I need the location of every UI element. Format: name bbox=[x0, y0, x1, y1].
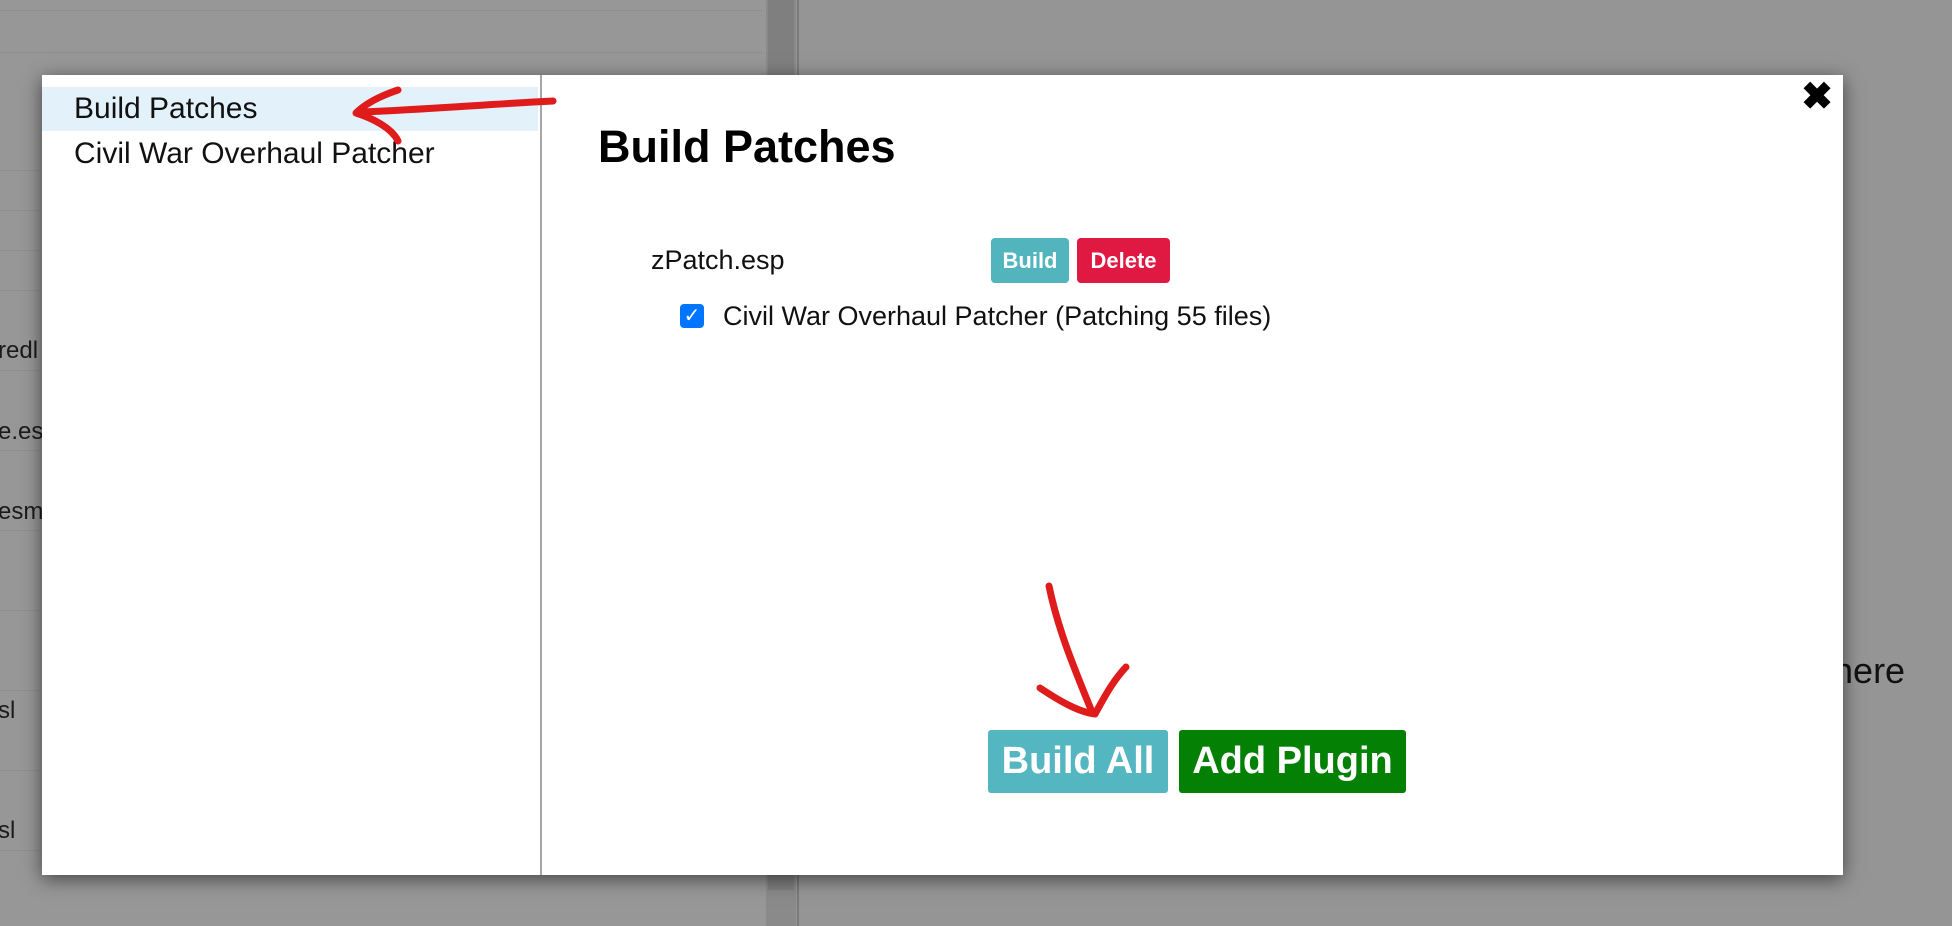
sidebar-item-label: Build Patches bbox=[74, 92, 258, 125]
row-divider bbox=[0, 52, 762, 53]
build-all-button[interactable]: Build All bbox=[988, 730, 1168, 793]
sidebar-item-label: Civil War Overhaul Patcher bbox=[74, 137, 435, 170]
page-title: Build Patches bbox=[598, 121, 896, 172]
patch-filename: zPatch.esp bbox=[651, 245, 785, 275]
patcher-label-row: Civil War Overhaul Patcher (Patching 55 … bbox=[723, 301, 1271, 332]
background-list-item: esm bbox=[0, 498, 44, 525]
patcher-detail: (Patching 55 files) bbox=[1055, 301, 1272, 331]
patcher-name: Civil War Overhaul Patcher bbox=[723, 301, 1048, 331]
patcher-checkbox[interactable]: ✓ bbox=[680, 304, 704, 328]
sidebar-item-civil-war-overhaul-patcher[interactable]: Civil War Overhaul Patcher bbox=[42, 132, 538, 176]
close-icon[interactable]: ✖ bbox=[1799, 78, 1835, 116]
background-list-item: redl bbox=[0, 337, 39, 364]
sidebar-item-build-patches[interactable]: Build Patches bbox=[42, 87, 538, 131]
row-divider bbox=[0, 10, 762, 11]
checkmark-icon: ✓ bbox=[683, 305, 701, 327]
background-list-item: sl bbox=[0, 697, 16, 724]
delete-button[interactable]: Delete bbox=[1077, 238, 1170, 283]
modal-sidebar: Build Patches Civil War Overhaul Patcher bbox=[42, 75, 542, 875]
background-list-item: sl bbox=[0, 817, 16, 844]
build-button[interactable]: Build bbox=[991, 238, 1069, 283]
build-patches-modal: Build Patches Civil War Overhaul Patcher… bbox=[42, 75, 1843, 875]
add-plugin-button[interactable]: Add Plugin bbox=[1179, 730, 1406, 793]
